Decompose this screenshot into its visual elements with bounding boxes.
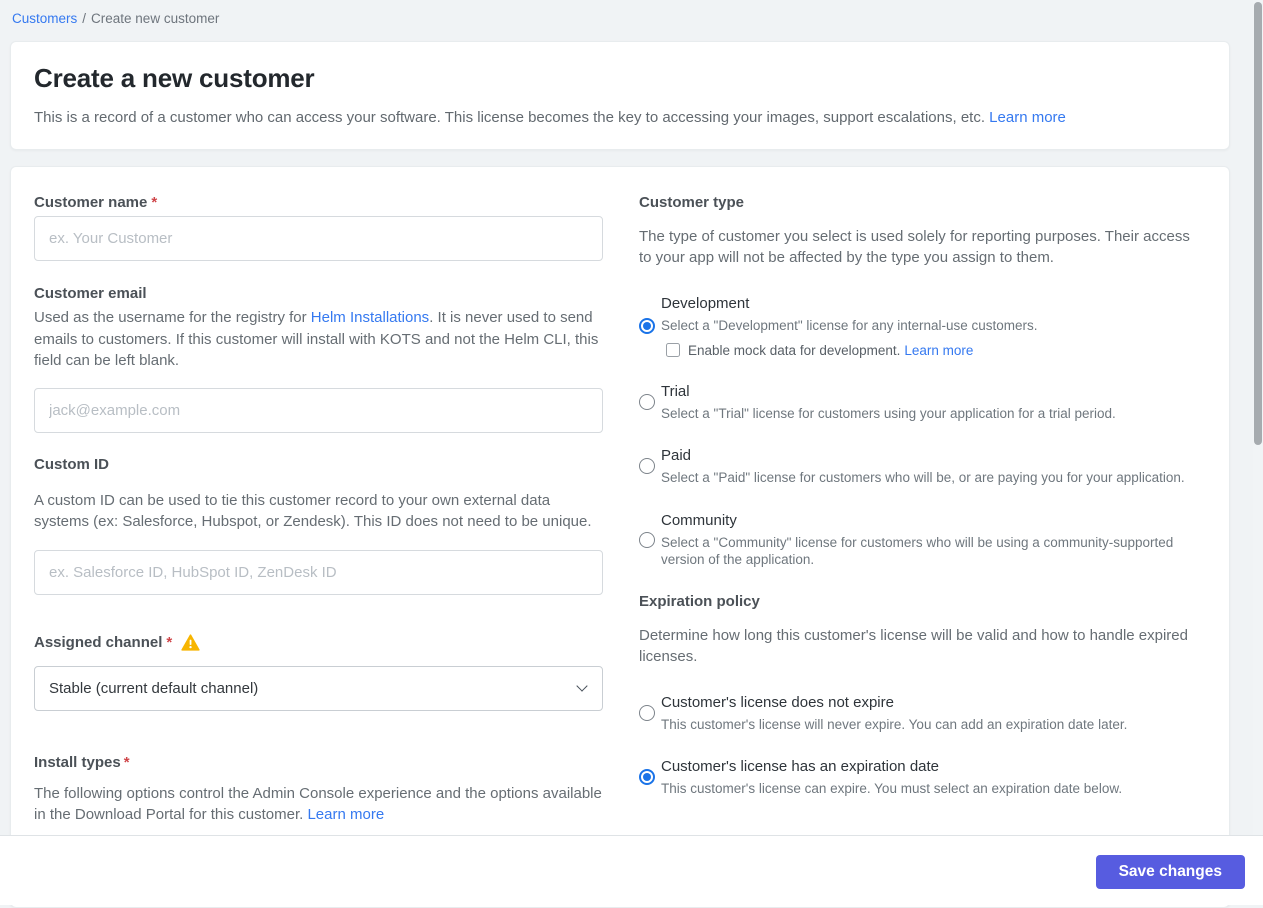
- mock-data-checkbox-row: Enable mock data for development. Learn …: [666, 343, 1038, 358]
- has-expiration-option-description: This customer's license can expire. You …: [661, 781, 1123, 796]
- development-radio[interactable]: [639, 317, 655, 334]
- development-option-body: Development Select a "Development" licen…: [661, 294, 1038, 358]
- install-types-learn-more-link[interactable]: Learn more: [307, 806, 384, 823]
- no-expire-radio[interactable]: [639, 704, 655, 721]
- no-expire-option-description: This customer's license will never expir…: [661, 716, 1128, 732]
- customer-name-label-text: Customer name: [34, 194, 148, 211]
- assigned-channel-select-wrap: Stable (current default channel): [34, 665, 603, 711]
- page-title: Create a new customer: [34, 63, 315, 93]
- install-types-label: Install types *: [34, 754, 603, 772]
- expiration-policy-heading: Expiration policy: [639, 592, 760, 610]
- intro-description-text: This is a record of a customer who can a…: [34, 109, 990, 126]
- breadcrumb-separator: /: [82, 11, 87, 26]
- customer-type-option-paid: Paid Select a "Paid" license for custome…: [639, 446, 1199, 487]
- intro-description: This is a record of a customer who can a…: [34, 109, 1199, 126]
- paid-radio[interactable]: [639, 458, 655, 475]
- customer-name-label: Customer name *: [34, 194, 603, 212]
- expiration-policy-description: Determine how long this customer's licen…: [639, 626, 1188, 665]
- customer-type-heading: Customer type: [639, 194, 745, 211]
- breadcrumb-current: Create new customer: [91, 11, 220, 26]
- trial-option-title: Trial: [661, 382, 690, 400]
- warning-triangle-icon: [181, 634, 200, 651]
- breadcrumb-customers-link[interactable]: Customers: [12, 11, 77, 26]
- expiration-option-no-expire: Customer's license does not expire This …: [639, 693, 1199, 734]
- custom-id-help: A custom ID can be used to tie this cust…: [34, 491, 592, 531]
- form-left-column: Customer name* Customer email Used as th…: [34, 194, 603, 867]
- community-option-title: Community: [661, 511, 737, 529]
- form-right-column: Customer type The type of customer you s…: [639, 194, 1199, 867]
- customer-email-help: Used as the username for the registry fo…: [34, 307, 603, 372]
- assigned-channel-label: Assigned channel *: [34, 634, 603, 652]
- expiration-option-has-date: Customer's license has an expiration dat…: [639, 757, 1199, 798]
- customer-name-input[interactable]: [34, 216, 603, 261]
- has-expiration-option-body: Customer's license has an expiration dat…: [661, 757, 1122, 798]
- helm-installations-link[interactable]: Helm Installations: [311, 309, 429, 326]
- vertical-scrollbar-track: [1253, 0, 1263, 835]
- trial-option-description: Select a "Trial" license for customers u…: [661, 405, 1116, 421]
- no-expire-option-title: Customer's license does not expire: [661, 693, 894, 711]
- mock-data-checkbox[interactable]: [666, 343, 680, 357]
- intro-card: Create a new customer This is a record o…: [10, 41, 1230, 150]
- custom-id-input[interactable]: [34, 549, 603, 595]
- assigned-channel-label-text: Assigned channel: [34, 633, 163, 651]
- custom-id-label: Custom ID: [34, 455, 109, 473]
- customer-type-option-community: Community Select a "Community" license f…: [639, 511, 1199, 569]
- community-option-body: Community Select a "Community" license f…: [661, 511, 1199, 569]
- trial-option-body: Trial Select a "Trial" license for custo…: [661, 382, 1116, 423]
- community-radio[interactable]: [639, 531, 655, 548]
- customer-email-input[interactable]: [34, 387, 603, 433]
- development-option-description: Select a "Development" license for any i…: [661, 318, 1038, 333]
- save-changes-button[interactable]: Save changes: [1095, 855, 1245, 889]
- required-asterisk: *: [123, 753, 130, 771]
- customer-type-description: The type of customer you select is used …: [639, 228, 1190, 266]
- community-option-description: Select a "Community" license for custome…: [661, 534, 1174, 568]
- has-expiration-radio[interactable]: [639, 769, 655, 786]
- breadcrumb: Customers / Create new customer: [0, 0, 1263, 26]
- email-help-before: Used as the username for the registry fo…: [34, 309, 311, 326]
- install-types-label-text: Install types: [34, 753, 121, 771]
- customer-email-label: Customer email: [34, 285, 147, 302]
- has-expiration-option-title: Customer's license has an expiration dat…: [661, 758, 940, 775]
- customer-type-option-trial: Trial Select a "Trial" license for custo…: [639, 382, 1199, 423]
- install-types-help: The following options control the Admin …: [34, 783, 603, 826]
- no-expire-option-body: Customer's license does not expire This …: [661, 693, 1127, 734]
- mock-data-checkbox-label: Enable mock data for development.: [688, 342, 901, 358]
- create-customer-form-card: Customer name* Customer email Used as th…: [10, 166, 1230, 908]
- form-footer: Save changes: [0, 835, 1263, 905]
- paid-option-title: Paid: [661, 447, 692, 464]
- development-option-title: Development: [661, 295, 750, 312]
- customer-type-option-development: Development Select a "Development" licen…: [639, 294, 1199, 358]
- paid-option-description: Select a "Paid" license for customers wh…: [661, 470, 1185, 485]
- intro-learn-more-link[interactable]: Learn more: [989, 109, 1066, 126]
- paid-option-body: Paid Select a "Paid" license for custome…: [661, 446, 1185, 487]
- vertical-scrollbar-thumb[interactable]: [1254, 2, 1262, 445]
- trial-radio[interactable]: [639, 393, 655, 410]
- required-asterisk: *: [151, 194, 158, 211]
- assigned-channel-select[interactable]: Stable (current default channel): [34, 665, 603, 711]
- mock-data-learn-more-link[interactable]: Learn more: [904, 343, 973, 358]
- required-asterisk: *: [166, 633, 173, 651]
